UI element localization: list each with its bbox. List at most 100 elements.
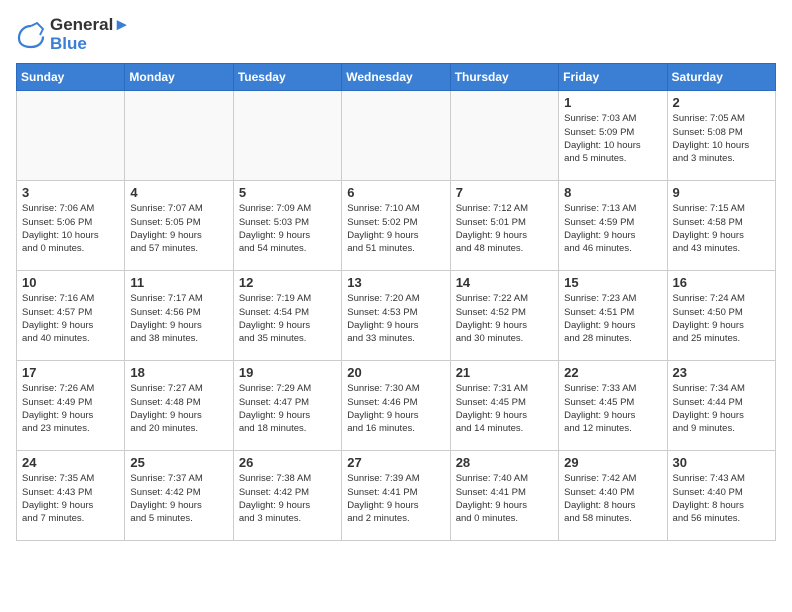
day-number: 19 [239, 365, 336, 380]
day-number: 15 [564, 275, 661, 290]
calendar-cell: 24Sunrise: 7:35 AM Sunset: 4:43 PM Dayli… [17, 451, 125, 541]
weekday-header: Sunday [17, 64, 125, 91]
calendar-cell: 4 Sunrise: 7:07 AM Sunset: 5:05 PM Daylig… [125, 181, 233, 271]
day-info: Sunrise: 7:27 AM Sunset: 4:48 PM Dayligh… [130, 382, 227, 435]
calendar-cell: 3 Sunrise: 7:06 AM Sunset: 5:06 PM Daylig… [17, 181, 125, 271]
day-number: 26 [239, 455, 336, 470]
day-info: Sunrise: 7:06 AM Sunset: 5:06 PM Dayligh… [22, 202, 119, 255]
calendar-cell: 16 Sunrise: 7:24 AM Sunset: 4:50 PM Dayli… [667, 271, 775, 361]
day-number: 20 [347, 365, 444, 380]
calendar-cell: 6 Sunrise: 7:10 AM Sunset: 5:02 PM Daylig… [342, 181, 450, 271]
day-info: Sunrise: 7:40 AM Sunset: 4:41 PM Dayligh… [456, 472, 553, 525]
day-info: Sunrise: 7:33 AM Sunset: 4:45 PM Dayligh… [564, 382, 661, 435]
day-number: 17 [22, 365, 119, 380]
day-number: 2 [673, 95, 770, 110]
weekday-header: Tuesday [233, 64, 341, 91]
day-info: Sunrise: 7:35 AM Sunset: 4:43 PM Dayligh… [22, 472, 119, 525]
calendar-cell: 2 Sunrise: 7:05 AM Sunset: 5:08 PM Daylig… [667, 91, 775, 181]
weekday-header: Monday [125, 64, 233, 91]
calendar-cell [125, 91, 233, 181]
calendar-cell: 17 Sunrise: 7:26 AM Sunset: 4:49 PM Dayli… [17, 361, 125, 451]
calendar-cell: 12 Sunrise: 7:19 AM Sunset: 4:54 PM Dayli… [233, 271, 341, 361]
day-number: 13 [347, 275, 444, 290]
day-number: 5 [239, 185, 336, 200]
day-info: Sunrise: 7:34 AM Sunset: 4:44 PM Dayligh… [673, 382, 770, 435]
day-number: 25 [130, 455, 227, 470]
day-info: Sunrise: 7:26 AM Sunset: 4:49 PM Dayligh… [22, 382, 119, 435]
calendar-cell: 25 Sunrise: 7:37 AM Sunset: 4:42 PM Dayli… [125, 451, 233, 541]
day-info: Sunrise: 7:15 AM Sunset: 4:58 PM Dayligh… [673, 202, 770, 255]
weekday-header: Thursday [450, 64, 558, 91]
calendar-cell: 27 Sunrise: 7:39 AM Sunset: 4:41 PM Dayli… [342, 451, 450, 541]
day-number: 3 [22, 185, 119, 200]
calendar-cell: 28 Sunrise: 7:40 AM Sunset: 4:41 PM Dayli… [450, 451, 558, 541]
calendar-cell: 1 Sunrise: 7:03 AM Sunset: 5:09 PM Daylig… [559, 91, 667, 181]
calendar-cell [17, 91, 125, 181]
calendar-cell: 21Sunrise: 7:31 AM Sunset: 4:45 PM Dayli… [450, 361, 558, 451]
day-info: Sunrise: 7:24 AM Sunset: 4:50 PM Dayligh… [673, 292, 770, 345]
day-info: Sunrise: 7:37 AM Sunset: 4:42 PM Dayligh… [130, 472, 227, 525]
day-number: 28 [456, 455, 553, 470]
calendar-cell: 30 Sunrise: 7:43 AM Sunset: 4:40 PM Dayli… [667, 451, 775, 541]
day-info: Sunrise: 7:13 AM Sunset: 4:59 PM Dayligh… [564, 202, 661, 255]
calendar-cell: 20 Sunrise: 7:30 AM Sunset: 4:46 PM Dayli… [342, 361, 450, 451]
day-number: 4 [130, 185, 227, 200]
day-number: 30 [673, 455, 770, 470]
calendar-cell: 7 Sunrise: 7:12 AM Sunset: 5:01 PM Daylig… [450, 181, 558, 271]
day-number: 8 [564, 185, 661, 200]
calendar-cell: 22 Sunrise: 7:33 AM Sunset: 4:45 PM Dayli… [559, 361, 667, 451]
day-info: Sunrise: 7:09 AM Sunset: 5:03 PM Dayligh… [239, 202, 336, 255]
weekday-header: Wednesday [342, 64, 450, 91]
day-info: Sunrise: 7:19 AM Sunset: 4:54 PM Dayligh… [239, 292, 336, 345]
calendar-cell: 15 Sunrise: 7:23 AM Sunset: 4:51 PM Dayli… [559, 271, 667, 361]
day-info: Sunrise: 7:22 AM Sunset: 4:52 PM Dayligh… [456, 292, 553, 345]
day-info: Sunrise: 7:39 AM Sunset: 4:41 PM Dayligh… [347, 472, 444, 525]
calendar-cell [342, 91, 450, 181]
day-info: Sunrise: 7:23 AM Sunset: 4:51 PM Dayligh… [564, 292, 661, 345]
day-info: Sunrise: 7:17 AM Sunset: 4:56 PM Dayligh… [130, 292, 227, 345]
page-header: General► Blue [16, 16, 776, 53]
calendar-cell: 29 Sunrise: 7:42 AM Sunset: 4:40 PM Dayli… [559, 451, 667, 541]
calendar-cell [233, 91, 341, 181]
calendar-cell: 9 Sunrise: 7:15 AM Sunset: 4:58 PM Daylig… [667, 181, 775, 271]
day-number: 12 [239, 275, 336, 290]
day-info: Sunrise: 7:38 AM Sunset: 4:42 PM Dayligh… [239, 472, 336, 525]
weekday-header: Friday [559, 64, 667, 91]
day-number: 23 [673, 365, 770, 380]
calendar-cell: 13 Sunrise: 7:20 AM Sunset: 4:53 PM Dayli… [342, 271, 450, 361]
day-info: Sunrise: 7:07 AM Sunset: 5:05 PM Dayligh… [130, 202, 227, 255]
calendar-cell: 26 Sunrise: 7:38 AM Sunset: 4:42 PM Dayli… [233, 451, 341, 541]
day-info: Sunrise: 7:30 AM Sunset: 4:46 PM Dayligh… [347, 382, 444, 435]
calendar-cell: 11 Sunrise: 7:17 AM Sunset: 4:56 PM Dayli… [125, 271, 233, 361]
day-number: 6 [347, 185, 444, 200]
calendar-cell: 23 Sunrise: 7:34 AM Sunset: 4:44 PM Dayli… [667, 361, 775, 451]
day-number: 7 [456, 185, 553, 200]
day-number: 21 [456, 365, 553, 380]
day-info: Sunrise: 7:16 AM Sunset: 4:57 PM Dayligh… [22, 292, 119, 345]
day-number: 29 [564, 455, 661, 470]
day-info: Sunrise: 7:12 AM Sunset: 5:01 PM Dayligh… [456, 202, 553, 255]
day-info: Sunrise: 7:10 AM Sunset: 5:02 PM Dayligh… [347, 202, 444, 255]
day-info: Sunrise: 7:05 AM Sunset: 5:08 PM Dayligh… [673, 112, 770, 165]
day-number: 14 [456, 275, 553, 290]
day-number: 27 [347, 455, 444, 470]
calendar-table: SundayMondayTuesdayWednesdayThursdayFrid… [16, 63, 776, 541]
day-number: 16 [673, 275, 770, 290]
calendar-header: SundayMondayTuesdayWednesdayThursdayFrid… [17, 64, 776, 91]
day-info: Sunrise: 7:42 AM Sunset: 4:40 PM Dayligh… [564, 472, 661, 525]
logo-text: General► Blue [50, 16, 130, 53]
day-info: Sunrise: 7:03 AM Sunset: 5:09 PM Dayligh… [564, 112, 661, 165]
calendar-cell: 18 Sunrise: 7:27 AM Sunset: 4:48 PM Dayli… [125, 361, 233, 451]
day-number: 22 [564, 365, 661, 380]
day-number: 1 [564, 95, 661, 110]
day-info: Sunrise: 7:29 AM Sunset: 4:47 PM Dayligh… [239, 382, 336, 435]
day-number: 11 [130, 275, 227, 290]
calendar-cell: 8 Sunrise: 7:13 AM Sunset: 4:59 PM Daylig… [559, 181, 667, 271]
weekday-header: Saturday [667, 64, 775, 91]
day-info: Sunrise: 7:20 AM Sunset: 4:53 PM Dayligh… [347, 292, 444, 345]
day-number: 18 [130, 365, 227, 380]
calendar-cell: 10Sunrise: 7:16 AM Sunset: 4:57 PM Dayli… [17, 271, 125, 361]
calendar-cell: 19 Sunrise: 7:29 AM Sunset: 4:47 PM Dayli… [233, 361, 341, 451]
day-number: 9 [673, 185, 770, 200]
day-info: Sunrise: 7:43 AM Sunset: 4:40 PM Dayligh… [673, 472, 770, 525]
